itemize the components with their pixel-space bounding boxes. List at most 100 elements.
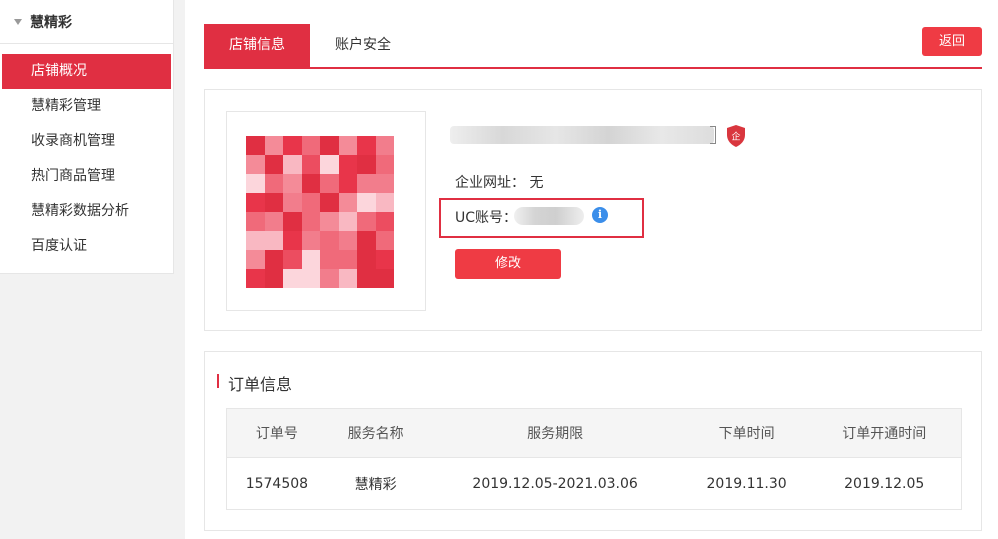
mosaic-cell [264,212,283,231]
mosaic-cell [301,212,320,231]
mosaic-cell [246,231,265,250]
uc-account-redacted [514,207,584,225]
table-row: 1574508 慧精彩 2019.12.05-2021.03.06 2019.1… [227,458,961,509]
mosaic-cell [375,212,394,231]
mosaic-cell [283,212,302,231]
mosaic-cell [264,174,283,193]
mosaic-cell [338,269,357,288]
mosaic-cell [264,250,283,269]
pixelated-logo [246,136,394,288]
sidebar-header[interactable]: 慧精彩 [0,0,173,44]
mosaic-cell [283,250,302,269]
mosaic-cell [338,231,357,250]
mosaic-cell [357,250,376,269]
info-icon[interactable]: i [592,207,608,223]
tab-bar: 店铺信息 账户安全 [204,24,982,69]
order-info-card: 订单信息 订单号 服务名称 服务期限 下单时间 订单开通时间 1574508 慧… [204,351,982,531]
mosaic-cell [375,136,394,155]
mosaic-cell [246,136,265,155]
mosaic-cell [338,155,357,174]
mosaic-cell [301,155,320,174]
mosaic-cell [246,193,265,212]
mosaic-cell [264,269,283,288]
sidebar-item-shop-overview[interactable]: 店铺概况 [2,54,171,89]
mosaic-cell [320,250,339,269]
tab-account-security[interactable]: 账户安全 [310,24,416,67]
header-order-id: 订单号 [255,426,298,442]
section-title: 订单信息 [228,375,293,394]
sidebar-item-hot-products[interactable]: 热门商品管理 [2,159,171,194]
mosaic-cell [283,269,302,288]
mosaic-cell [301,174,320,193]
cell-service-period: 2019.12.05-2021.03.06 [472,475,638,492]
mosaic-cell [338,250,357,269]
header-order-time: 下单时间 [718,426,775,442]
sidebar: 慧精彩 店铺概况 慧精彩管理 收录商机管理 热门商品管理 慧精彩数据分析 百度认… [0,0,174,274]
mosaic-cell [301,231,320,250]
back-button[interactable]: 返回 [922,27,982,56]
mosaic-cell [246,269,265,288]
mosaic-cell [283,231,302,250]
shop-info-card: 企 企业网址： 无 UC账号： i 修改 [204,89,982,331]
mosaic-cell [338,136,357,155]
mosaic-cell [246,174,265,193]
mosaic-cell [320,136,339,155]
mosaic-cell [264,155,283,174]
header-service-name: 服务名称 [347,426,404,442]
mosaic-cell [375,269,394,288]
website-row: 企业网址： 无 [455,172,543,192]
mosaic-cell [320,231,339,250]
mosaic-cell [357,231,376,250]
mosaic-cell [357,269,376,288]
mosaic-cell [320,155,339,174]
header-activation-time: 订单开通时间 [842,426,927,442]
mosaic-cell [338,212,357,231]
mosaic-cell [338,193,357,212]
table-header: 订单号 服务名称 服务期限 下单时间 订单开通时间 [227,409,961,458]
mosaic-cell [357,155,376,174]
sidebar-item-management[interactable]: 慧精彩管理 [2,89,171,124]
order-table: 订单号 服务名称 服务期限 下单时间 订单开通时间 1574508 慧精彩 20… [226,408,962,510]
cell-order-time: 2019.11.30 [706,475,787,492]
name-bracket [710,126,716,144]
mosaic-cell [357,136,376,155]
header-service-period: 服务期限 [527,426,584,442]
mosaic-cell [283,174,302,193]
mosaic-cell [246,212,265,231]
edit-button[interactable]: 修改 [455,249,561,279]
mosaic-cell [357,174,376,193]
cell-service-name: 慧精彩 [354,476,397,493]
mosaic-cell [264,193,283,212]
shop-logo [226,111,426,311]
mosaic-cell [301,269,320,288]
sidebar-item-opportunities[interactable]: 收录商机管理 [2,124,171,159]
mosaic-cell [283,155,302,174]
tab-shop-info[interactable]: 店铺信息 [204,24,310,67]
mosaic-cell [357,212,376,231]
website-label: 企业网址： [455,175,525,191]
mosaic-cell [283,136,302,155]
mosaic-cell [283,193,302,212]
mosaic-cell [301,250,320,269]
sidebar-title: 慧精彩 [30,14,72,31]
cell-order-id: 1574508 [245,475,309,492]
sidebar-item-data-analysis[interactable]: 慧精彩数据分析 [2,194,171,229]
mosaic-cell [320,269,339,288]
mosaic-cell [301,136,320,155]
section-accent-bar [217,374,219,388]
mosaic-cell [320,174,339,193]
mosaic-cell [375,174,394,193]
mosaic-cell [264,136,283,155]
mosaic-cell [375,231,394,250]
mosaic-cell [338,174,357,193]
uc-label: UC账号： [455,210,518,226]
cell-activation-time: 2019.12.05 [844,475,925,492]
mosaic-cell [320,212,339,231]
main-content: 店铺信息 账户安全 返回 企 企业网址： 无 UC账号： i 修改 订单信息 订… [185,0,998,539]
mosaic-cell [357,193,376,212]
sidebar-item-baidu-cert[interactable]: 百度认证 [2,229,171,264]
enterprise-shield-icon: 企 [727,125,745,147]
mosaic-cell [375,250,394,269]
mosaic-cell [375,193,394,212]
shield-badge-text: 企 [731,131,740,143]
